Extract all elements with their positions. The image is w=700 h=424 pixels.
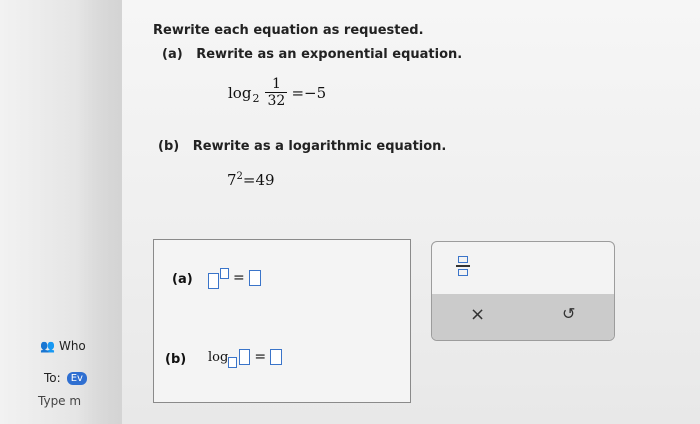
part-a-text: Rewrite as an exponential equation. bbox=[196, 47, 463, 62]
fraction-numerator: 1 bbox=[271, 76, 281, 92]
equals-sign-b: = bbox=[254, 349, 267, 365]
people-icon: 👥 bbox=[40, 339, 55, 353]
fraction-template-icon[interactable] bbox=[456, 256, 470, 276]
message-input[interactable]: Type m bbox=[38, 394, 81, 408]
who-text: Who bbox=[58, 339, 86, 353]
toolbar-actions bbox=[432, 294, 614, 340]
part-a-label: (a) bbox=[162, 47, 183, 62]
part-b-text: Rewrite as a logarithmic equation. bbox=[192, 139, 447, 154]
who-row[interactable]: 👥 Who bbox=[40, 339, 86, 353]
to-label: To: bbox=[44, 371, 61, 385]
part-b-prompt: (b) Rewrite as a logarithmic equation. bbox=[158, 139, 446, 154]
log-text: log bbox=[208, 349, 229, 365]
part-a-prompt: (a) Rewrite as an exponential equation. bbox=[162, 47, 462, 62]
answer-b-row: log = bbox=[208, 342, 283, 372]
undo-icon[interactable]: ↺ bbox=[562, 304, 575, 323]
log-result-input[interactable] bbox=[270, 349, 283, 365]
exp-base: 7 bbox=[227, 171, 237, 189]
base-input[interactable] bbox=[208, 273, 219, 289]
result-input[interactable] bbox=[248, 270, 261, 286]
toolbar-top bbox=[432, 242, 614, 294]
sidebar-edge bbox=[78, 0, 122, 424]
exponent-input[interactable] bbox=[220, 267, 229, 279]
log-word: log bbox=[228, 83, 252, 102]
equals-sign: = bbox=[233, 270, 245, 286]
to-recipient-badge[interactable]: Ev bbox=[66, 371, 87, 385]
answer-b-label: (b) bbox=[165, 352, 187, 367]
answer-a-label: (a) bbox=[172, 272, 193, 287]
exp-rhs: =49 bbox=[242, 171, 275, 189]
log-rhs: =−5 bbox=[291, 83, 327, 102]
answer-box bbox=[153, 239, 411, 403]
question-title: Rewrite each equation as requested. bbox=[153, 23, 424, 38]
log-base-input[interactable] bbox=[228, 356, 238, 368]
clear-button[interactable]: × bbox=[470, 304, 485, 325]
log-argument-input[interactable] bbox=[239, 349, 251, 365]
log-fraction: 1 32 bbox=[265, 76, 288, 109]
fraction-line bbox=[456, 265, 470, 267]
log-base: 2 bbox=[252, 92, 260, 105]
fraction-denominator: 32 bbox=[267, 93, 286, 109]
exponential-equation: 72=49 bbox=[227, 171, 275, 189]
math-toolbar: × ↺ bbox=[431, 241, 615, 341]
answer-a-row: = bbox=[208, 263, 261, 293]
fraction-bottom-box bbox=[458, 268, 468, 276]
fraction-top-box bbox=[458, 256, 468, 263]
chat-sidebar bbox=[0, 0, 122, 424]
log-equation: log 2 1 32 =−5 bbox=[228, 76, 326, 109]
to-row[interactable]: To: Ev bbox=[44, 371, 87, 385]
part-b-label: (b) bbox=[158, 139, 180, 154]
